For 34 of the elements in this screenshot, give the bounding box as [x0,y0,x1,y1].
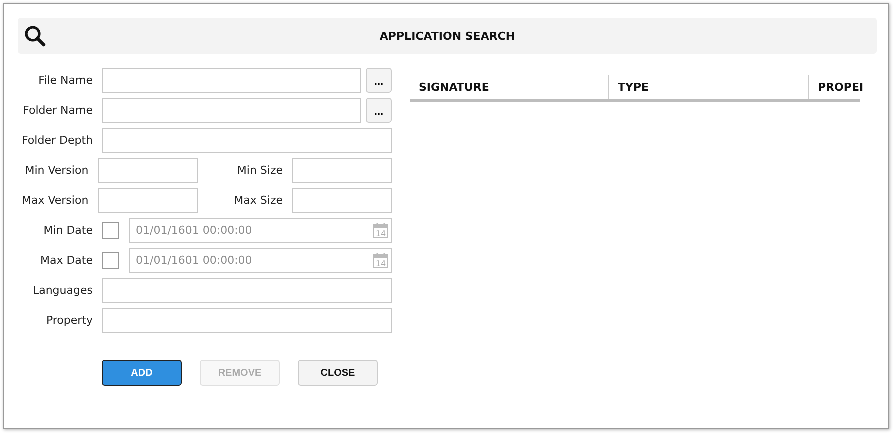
input-field[interactable] [98,158,198,182]
column-header[interactable]: PROPEI [808,75,860,99]
field-label: Languages [32,284,93,296]
field-label: Folder Name [22,104,93,116]
input-field[interactable] [292,158,392,182]
field-label: Min Version [24,164,89,176]
input-field[interactable] [98,188,198,212]
column-header[interactable]: SIGNATURE [410,75,608,99]
checkbox[interactable] [102,222,119,238]
field-label: Min Date [42,224,93,236]
input-field[interactable] [102,68,361,92]
field-label: File Name [38,74,93,86]
input-field[interactable] [102,98,361,122]
calendar-icon: 14 [373,252,389,268]
dialog-title: APPLICATION SEARCH [380,30,516,42]
checkbox[interactable] [102,252,119,268]
browse-button[interactable]: ... [366,98,392,122]
field-label: Max Date [39,254,93,266]
input-field[interactable] [102,128,392,152]
column-header[interactable]: TYPE [608,75,808,99]
field-label: Property [45,314,93,326]
browse-button[interactable]: ... [366,68,392,92]
date-value: 01/01/1601 00:00:00 [136,254,252,266]
calendar-icon: 14 [373,222,389,238]
field-label: Folder Depth [21,134,93,146]
field-label: Min Size [236,164,283,176]
input-field[interactable] [102,278,392,302]
field-label: Max Version [20,194,89,206]
input-field[interactable] [102,308,392,332]
search-icon [24,25,46,47]
field-label: Max Size [233,194,283,206]
date-value: 01/01/1601 00:00:00 [136,224,252,236]
input-field[interactable] [292,188,392,212]
close-button[interactable]: CLOSE [298,360,378,386]
